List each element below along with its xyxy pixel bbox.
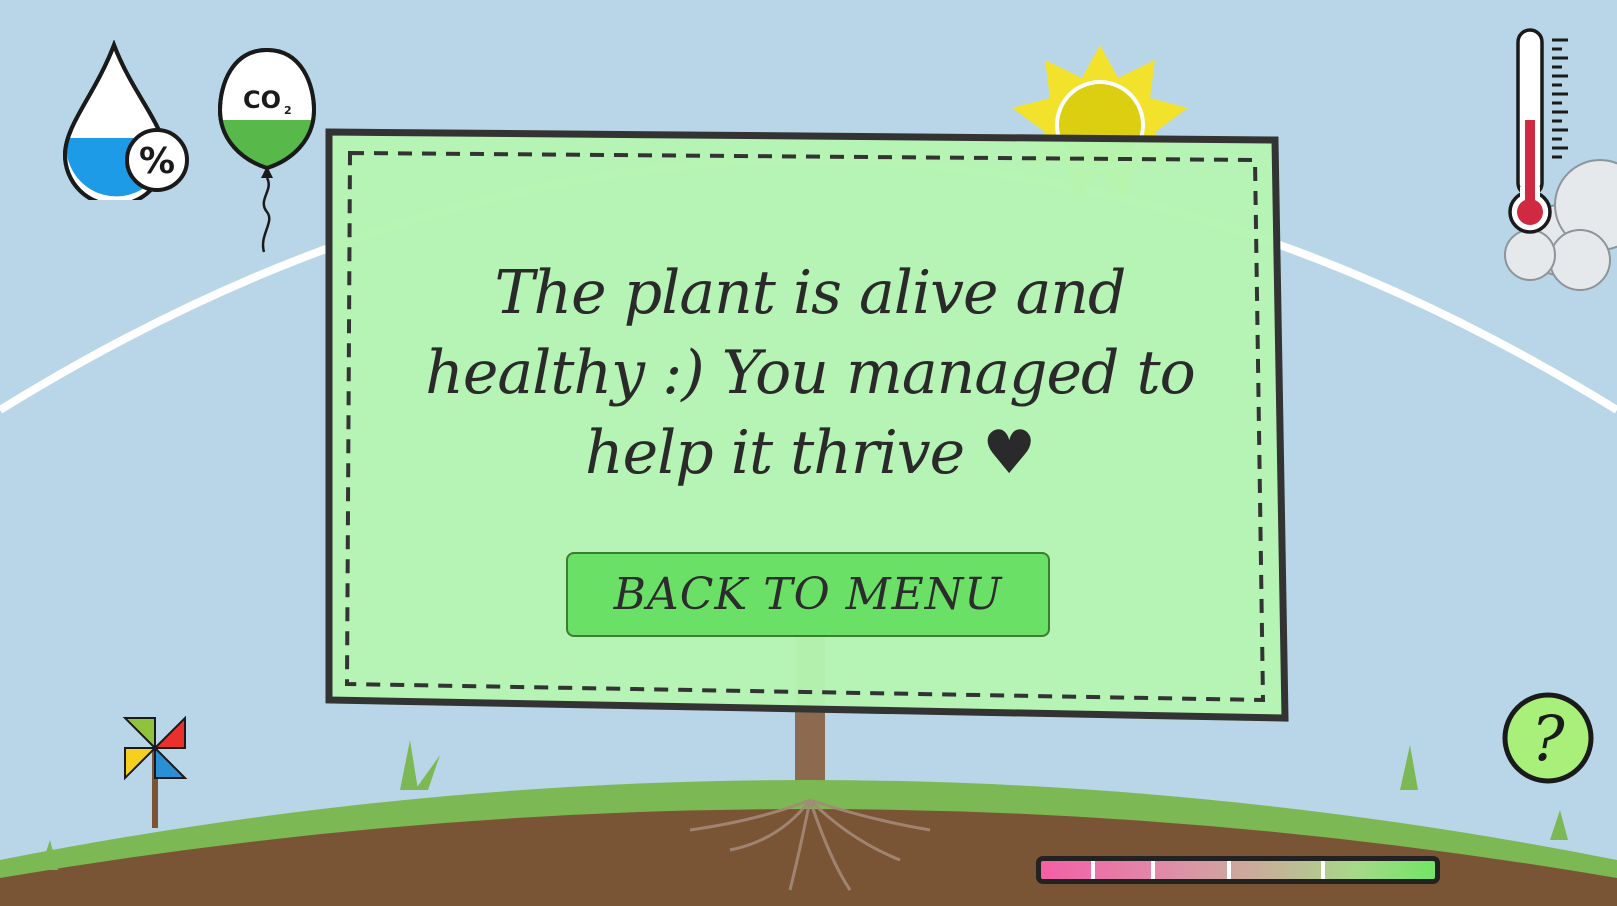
co2-label: CO (243, 86, 281, 114)
question-mark-icon: ? (1531, 702, 1565, 775)
co2-subscript: 2 (284, 104, 292, 117)
result-dialog: The plant is alive and healthy :) You ma… (325, 128, 1295, 746)
health-bar-tick (1227, 861, 1231, 879)
co2-balloon-icon[interactable]: CO 2 (212, 40, 322, 255)
result-message: The plant is alive and healthy :) You ma… (425, 258, 1195, 488)
health-bar-tick (1091, 861, 1095, 879)
help-button[interactable]: ? (1500, 690, 1596, 786)
pinwheel-icon[interactable] (115, 708, 195, 828)
thermometer-icon[interactable] (1500, 25, 1617, 285)
health-bar-tick (1151, 861, 1155, 879)
water-drop-percent-icon[interactable]: % (55, 40, 195, 200)
back-to-menu-button[interactable]: BACK TO MENU (566, 552, 1050, 637)
humidity-badge: % (139, 141, 175, 182)
health-bar-tick (1321, 861, 1325, 879)
plant-health-bar (1036, 856, 1440, 884)
